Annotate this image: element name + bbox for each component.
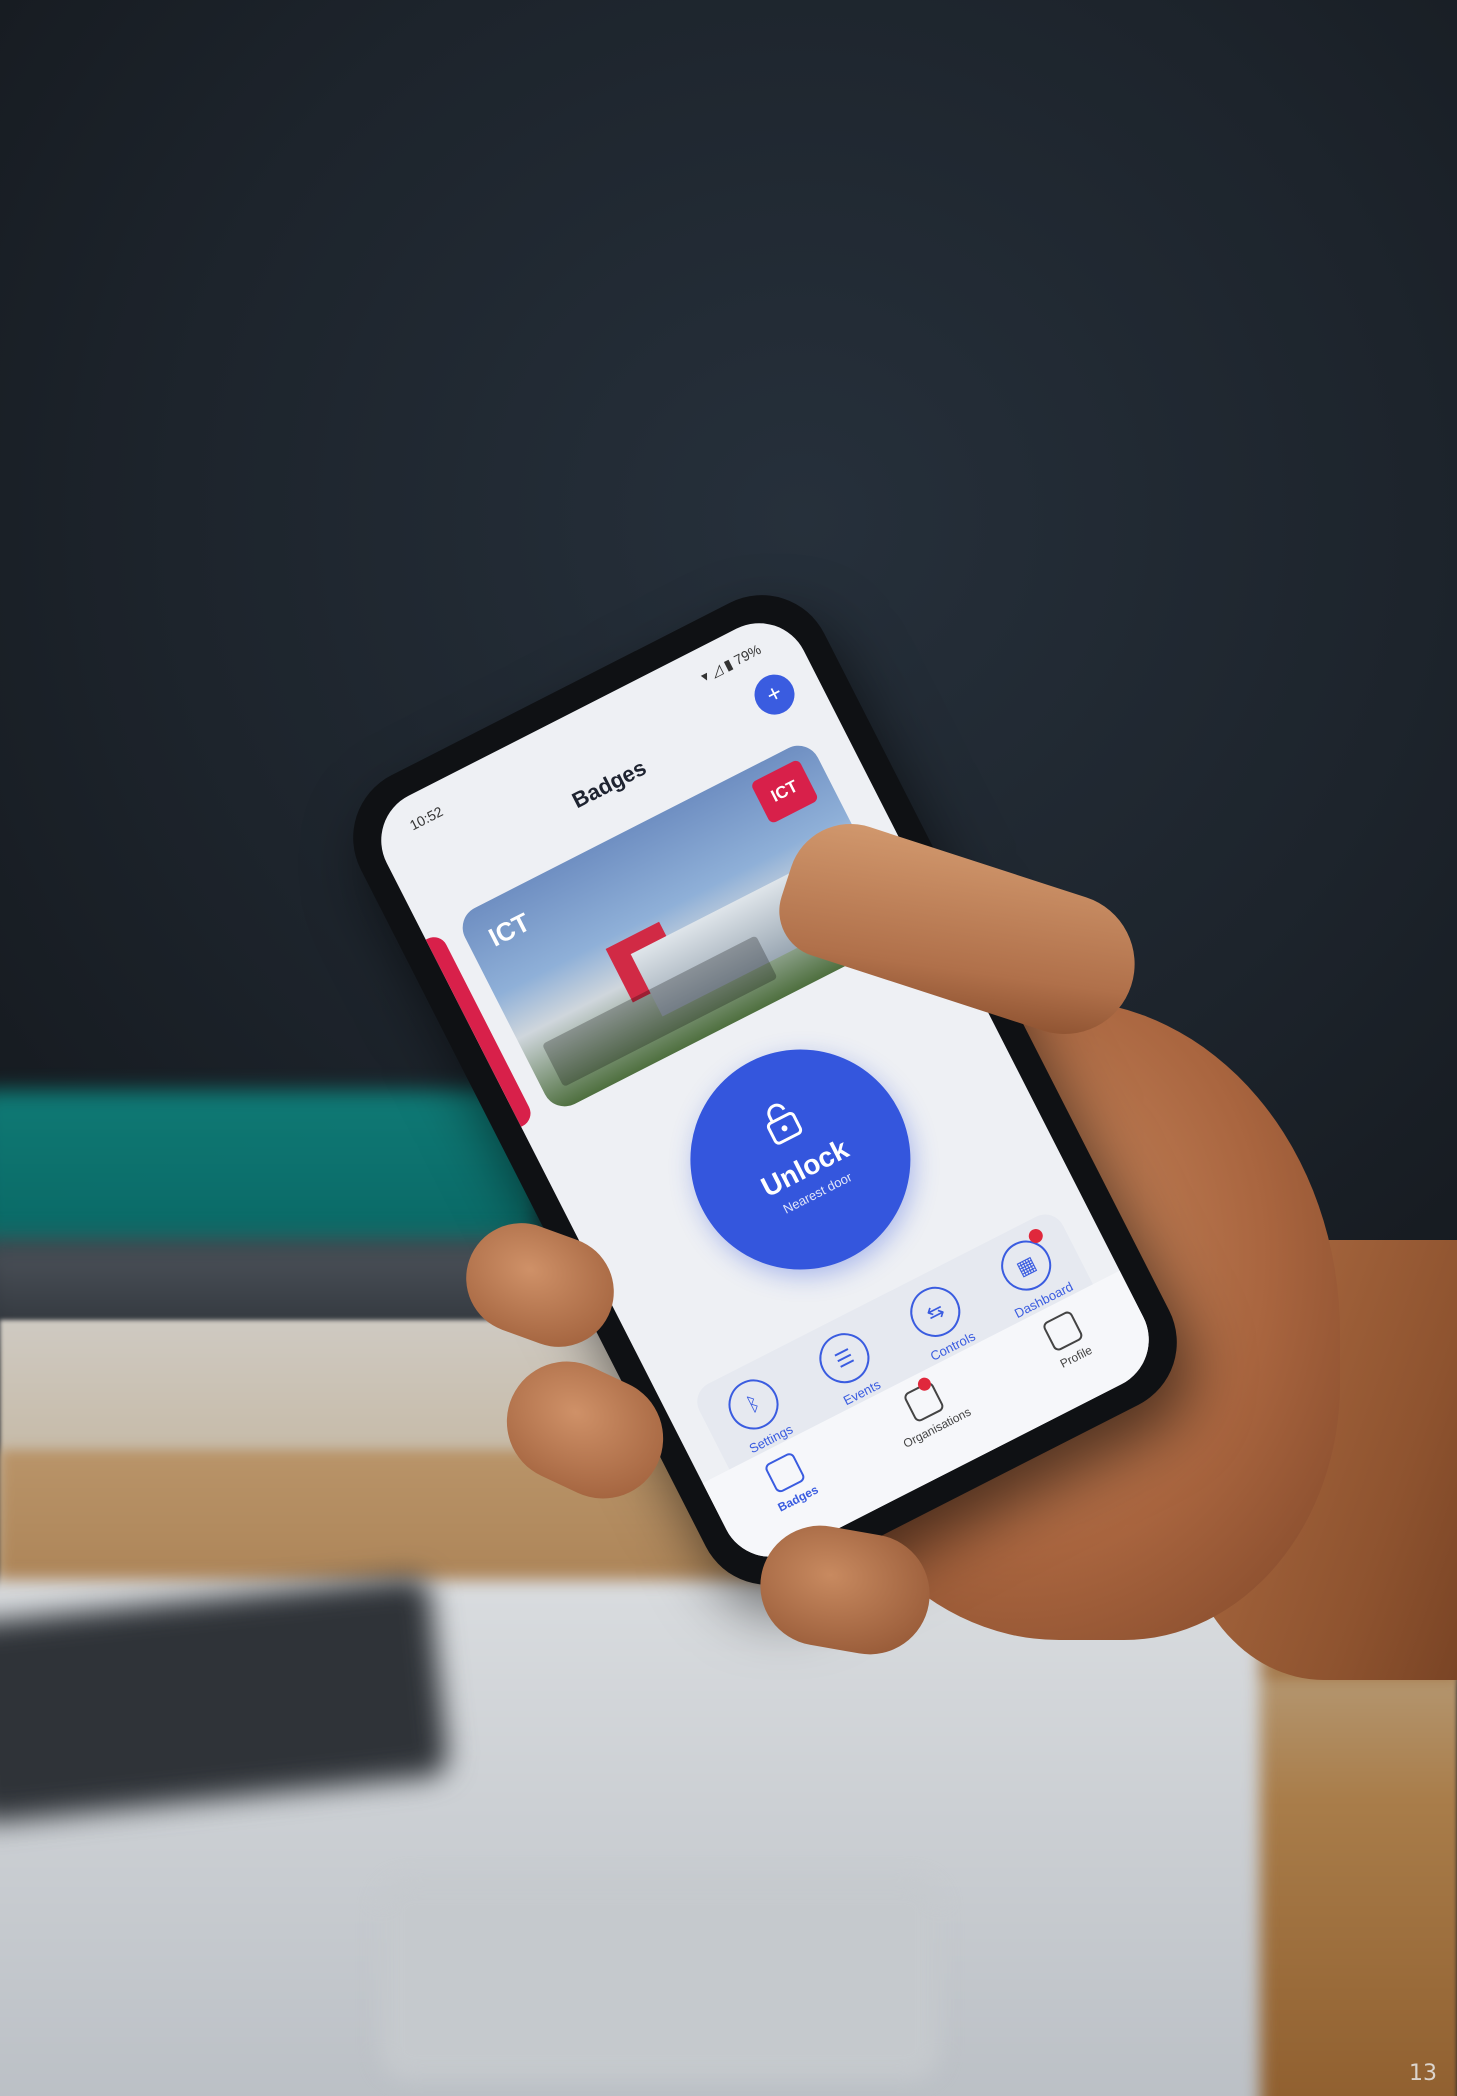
unlock-button[interactable]: Unlock Nearest door <box>652 1011 949 1308</box>
profile-icon <box>1041 1309 1085 1353</box>
lock-icon <box>766 1103 803 1145</box>
status-time: 10:52 <box>406 803 446 834</box>
ict-logo: ICT <box>750 758 820 825</box>
laptop-trackpad-blurred <box>380 1880 940 2080</box>
badge-card-name: ICT <box>483 906 535 953</box>
badge-icon <box>763 1451 807 1495</box>
teal-book-blurred <box>0 1090 540 1250</box>
photo-scene: 10:52 ▾ ◿ ▮ 79% Badges + ICT ICT Unlock <box>0 0 1457 2096</box>
page-number: 13 <box>1409 2061 1437 2086</box>
